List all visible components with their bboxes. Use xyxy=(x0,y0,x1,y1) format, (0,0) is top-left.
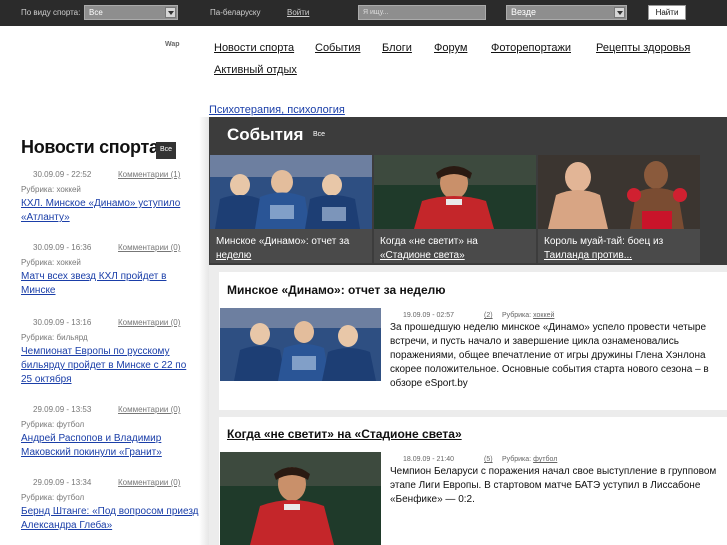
news-date: 30.09.09 - 16:36 xyxy=(33,243,92,252)
event-card[interactable]: Минское «Динамо»: отчет за неделю xyxy=(210,155,372,263)
article-comments-link[interactable]: (2) xyxy=(484,312,493,319)
news-comments-link[interactable]: Комментарии (1) xyxy=(118,170,180,179)
nav-psychotherapy[interactable]: Психотерапия, психология xyxy=(209,104,345,116)
nav-photo-reports[interactable]: Фоторепортажи xyxy=(491,42,571,54)
news-item: 30.09.09 - 22:52 Комментарии (1) Рубрика:… xyxy=(21,170,199,225)
sport-news-title: Новости спорта xyxy=(21,137,159,157)
event-caption-line1: Минское «Динамо»: отчет за xyxy=(216,236,350,247)
news-headline-link[interactable]: Чемпионат Европы по русскому бильярду пр… xyxy=(21,345,199,387)
news-headline-link[interactable]: КХЛ. Минское «Динамо» уступило «Атланту» xyxy=(21,197,199,225)
article-summary: Чемпион Беларуси с поражения начал свое … xyxy=(390,466,717,505)
top-bar: По виду спорта: Все Па-беларуску Войти Я… xyxy=(0,0,727,26)
rubric-label: Рубрика: xyxy=(21,185,55,194)
event-caption-line2: Таиланда против... xyxy=(544,250,633,261)
article-rubric-label: Рубрика: xyxy=(502,456,532,463)
article-meta: 18.09.09 - 21:40 xyxy=(403,456,454,463)
event-caption-line1: Когда «не светит» на xyxy=(380,236,478,247)
nav-sport-news[interactable]: Новости спорта xyxy=(214,42,294,54)
article-comments-link[interactable]: (5) xyxy=(484,456,493,463)
sport-filter-select[interactable]: Все xyxy=(84,5,178,20)
login-link[interactable]: Войти xyxy=(287,8,309,17)
nav-forum[interactable]: Форум xyxy=(434,42,467,54)
news-item: 30.09.09 - 16:36 Комментарии (0) Рубрика:… xyxy=(21,243,199,298)
article-title[interactable]: Минское «Динамо»: отчет за неделю xyxy=(227,283,446,297)
article-hockey-photo[interactable] xyxy=(220,308,381,381)
nav-health-recipes[interactable]: Рецепты здоровья xyxy=(596,42,690,54)
news-item: 30.09.09 - 13:16 Комментарии (0) Рубрика:… xyxy=(21,318,199,387)
column-divider xyxy=(199,117,209,545)
chevron-down-icon[interactable] xyxy=(614,7,625,18)
event-caption[interactable]: Король муай-тай: боец из Таиланда против… xyxy=(538,229,700,263)
search-input[interactable]: Я ищу... xyxy=(358,5,486,20)
rubric-link[interactable]: футбол xyxy=(57,493,85,502)
chevron-down-icon[interactable] xyxy=(165,7,176,18)
rubric-label: Рубрика: xyxy=(21,258,55,267)
news-headline-link[interactable]: Бернд Штанге: «Под вопросом приезд Алекс… xyxy=(21,505,199,533)
article-meta: Рубрика: футбол xyxy=(502,456,557,463)
wap-link[interactable]: Wap xyxy=(165,41,180,48)
article-summary: За прошедшую неделю минское «Динамо» усп… xyxy=(390,322,709,389)
article-date: 18.09.09 - 21:40 xyxy=(403,456,454,463)
event-card[interactable]: Король муай-тай: боец из Таиланда против… xyxy=(538,155,700,263)
muay-thai-photo[interactable] xyxy=(538,155,700,229)
article-rubric-link[interactable]: футбол xyxy=(533,456,557,463)
news-date: 29.09.09 - 13:34 xyxy=(33,478,92,487)
news-date: 30.09.09 - 13:16 xyxy=(33,318,92,327)
events-all-link[interactable]: Все xyxy=(313,131,325,138)
search-scope-select[interactable]: Везде xyxy=(506,5,627,20)
rubric-link[interactable]: футбол xyxy=(57,420,85,429)
events-strip-edge xyxy=(699,155,727,265)
rubric-label: Рубрика: xyxy=(21,493,55,502)
rubric-link[interactable]: хоккей xyxy=(57,258,81,267)
search-scope-value: Везде xyxy=(511,7,536,17)
sport-news-all-badge[interactable]: Все xyxy=(156,142,176,159)
event-caption[interactable]: Минское «Динамо»: отчет за неделю xyxy=(210,229,372,263)
event-caption-line2: неделю xyxy=(216,250,252,261)
sport-filter-label: По виду спорта: xyxy=(21,8,81,17)
rubric-link[interactable]: бильярд xyxy=(57,333,88,342)
football-photo[interactable] xyxy=(374,155,536,229)
article-title[interactable]: Когда «не светит» на «Стадионе света» xyxy=(227,427,462,441)
hockey-photo[interactable] xyxy=(210,155,372,229)
news-comments-link[interactable]: Комментарии (0) xyxy=(118,318,180,327)
news-item: 29.09.09 - 13:34 Комментарии (0) Рубрика:… xyxy=(21,478,199,533)
article-meta: 19.09.09 - 02:57 xyxy=(403,312,454,319)
nav-blogs[interactable]: Блоги xyxy=(382,42,412,54)
find-button[interactable]: Найти xyxy=(648,5,686,20)
news-comments-link[interactable]: Комментарии (0) xyxy=(118,405,180,414)
news-date: 30.09.09 - 22:52 xyxy=(33,170,92,179)
news-headline-link[interactable]: Андрей Распопов и Владимир Маковский пок… xyxy=(21,432,199,460)
article-rubric-link[interactable]: хоккей xyxy=(533,312,554,319)
news-comments-link[interactable]: Комментарии (0) xyxy=(118,478,180,487)
events-title: События xyxy=(227,125,304,144)
rubric-label: Рубрика: xyxy=(21,420,55,429)
rubric-label: Рубрика: xyxy=(21,333,55,342)
article-rubric-label: Рубрика: xyxy=(502,312,532,319)
rubric-link[interactable]: хоккей xyxy=(57,185,81,194)
news-comments-link[interactable]: Комментарии (0) xyxy=(118,243,180,252)
nav-events[interactable]: События xyxy=(315,42,360,54)
event-caption[interactable]: Когда «не светит» на «Стадионе света» xyxy=(374,229,536,263)
article-meta: (5) xyxy=(484,456,493,463)
language-link[interactable]: Па-беларуску xyxy=(210,8,261,17)
news-item: 29.09.09 - 13:53 Комментарии (0) Рубрика:… xyxy=(21,405,199,460)
event-caption-line2: «Стадионе света» xyxy=(380,250,465,261)
article-date: 19.09.09 - 02:57 xyxy=(403,312,454,319)
sport-filter-value: Все xyxy=(89,8,103,17)
event-card[interactable]: Когда «не светит» на «Стадионе света» xyxy=(374,155,536,263)
event-caption-line1: Король муай-тай: боец из xyxy=(544,236,664,247)
news-date: 29.09.09 - 13:53 xyxy=(33,405,92,414)
news-headline-link[interactable]: Матч всех звезд КХЛ пройдет в Минске xyxy=(21,270,199,298)
article-meta: Рубрика: хоккей xyxy=(502,312,554,319)
article-football-photo[interactable] xyxy=(220,452,381,545)
nav-active-rest[interactable]: Активный отдых xyxy=(214,64,297,76)
article-meta: (2) xyxy=(484,312,493,319)
